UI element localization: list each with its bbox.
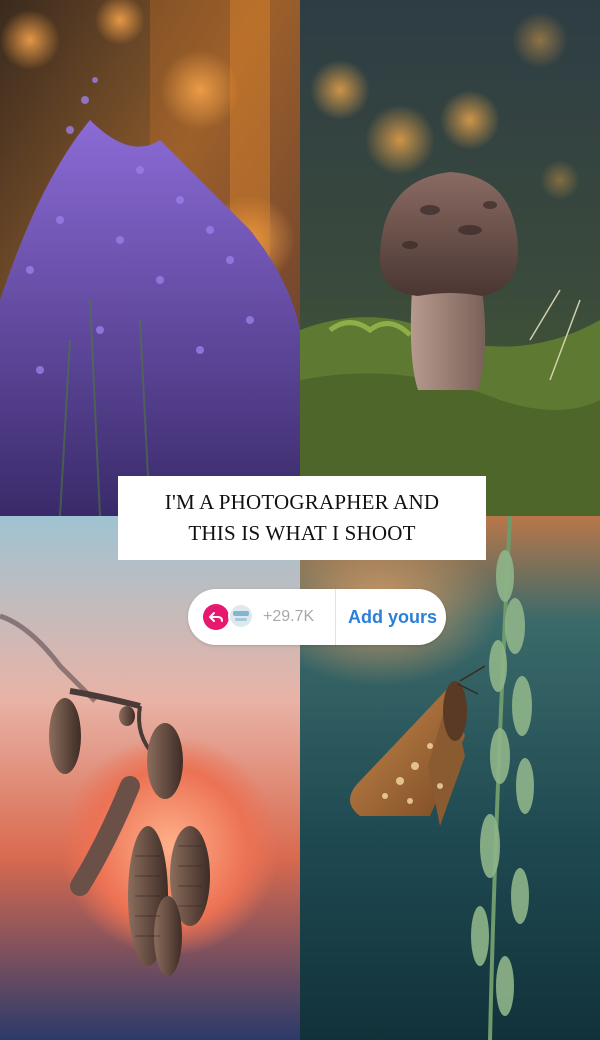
story-view: I'M A PHOTOGRAPHER AND THIS IS WHAT I SH… xyxy=(0,0,600,1040)
participant-avatar xyxy=(228,603,254,629)
reply-arrow-icon[interactable] xyxy=(203,604,229,630)
participant-count: +29.7K xyxy=(263,608,315,625)
caption-line-1: I'M A PHOTOGRAPHER AND xyxy=(164,490,440,514)
photo-heather xyxy=(0,0,300,516)
add-yours-button[interactable]: Add yours xyxy=(348,606,437,628)
story-caption: I'M A PHOTOGRAPHER AND THIS IS WHAT I SH… xyxy=(118,476,486,560)
sticker-divider xyxy=(335,589,336,645)
add-yours-sticker[interactable]: +29.7K Add yours xyxy=(188,589,446,645)
caption-line-2: THIS IS WHAT I SHOOT xyxy=(188,521,416,545)
photo-mushroom xyxy=(300,0,600,516)
